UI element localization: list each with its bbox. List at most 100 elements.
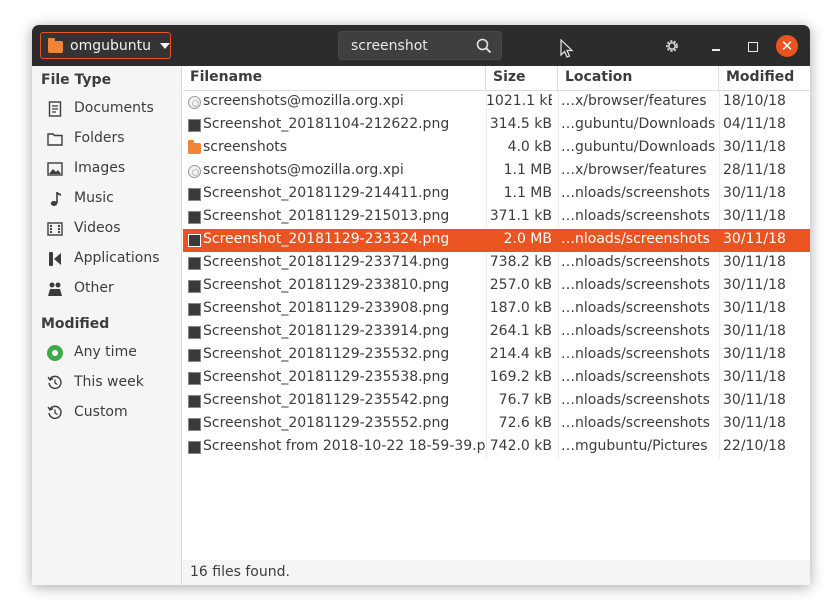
- image-file-icon: [188, 119, 201, 132]
- titlebar: omgubuntu screenshot ✕: [32, 25, 810, 66]
- image-file-icon: [188, 418, 201, 431]
- cell-size: 742.0 kB: [489, 438, 552, 454]
- table-row[interactable]: Screenshot_20181129-233914.png 264.1 kB …n…: [183, 321, 810, 344]
- search-window: omgubuntu screenshot ✕ File Type Documen…: [32, 25, 810, 585]
- sidebar-item-videos[interactable]: Videos: [32, 214, 181, 244]
- sidebar-item-music[interactable]: Music: [32, 184, 181, 214]
- cell-modified: 30/11/18: [723, 277, 786, 293]
- cell-size: 187.0 kB: [489, 300, 552, 316]
- cell-size: 1021.1 kB: [486, 93, 552, 109]
- search-icon[interactable]: [476, 38, 492, 54]
- table-row[interactable]: screenshots 4.0 kB …gubuntu/Downloads 30/11…: [183, 137, 810, 160]
- cell-modified: 28/11/18: [723, 162, 786, 178]
- table-row[interactable]: Screenshot_20181129-233714.png 738.2 kB …n…: [183, 252, 810, 275]
- cell-size: 738.2 kB: [489, 254, 552, 270]
- table-row[interactable]: screenshots@mozilla.org.xpi 1.1 MB …x/brow…: [183, 160, 810, 183]
- table-row[interactable]: Screenshot_20181129-214411.png 1.1 MB …nlo…: [183, 183, 810, 206]
- cell-modified: 30/11/18: [723, 369, 786, 385]
- table-row[interactable]: Screenshot_20181129-235538.png 169.2 kB …n…: [183, 367, 810, 390]
- table-row[interactable]: Screenshot_20181104-212622.png 314.5 kB …g…: [183, 114, 810, 137]
- location-dropdown[interactable]: omgubuntu: [40, 32, 171, 59]
- video-icon: [47, 221, 63, 237]
- cell-filename: Screenshot_20181129-235538.png: [203, 369, 450, 385]
- filter-sidebar: File Type Documents Folders Images Music: [32, 66, 182, 585]
- cell-size: 1.1 MB: [503, 162, 552, 178]
- image-file-icon: [188, 211, 201, 224]
- cell-location: …nloads/screenshots: [561, 208, 710, 224]
- close-button[interactable]: ✕: [776, 35, 798, 57]
- minimize-button[interactable]: [704, 34, 728, 58]
- cell-size: 257.0 kB: [489, 277, 552, 293]
- column-header-modified[interactable]: Modified: [719, 66, 810, 91]
- cell-filename: Screenshot_20181129-235532.png: [203, 346, 450, 362]
- cell-location: …mgubuntu/Pictures: [561, 438, 708, 454]
- music-icon: [47, 191, 63, 207]
- gear-icon[interactable]: [664, 38, 680, 54]
- cell-filename: Screenshot_20181129-235542.png: [203, 392, 450, 408]
- cell-location: …nloads/screenshots: [561, 185, 710, 201]
- cell-location: …x/browser/features: [561, 162, 707, 178]
- sidebar-item-other[interactable]: Other: [32, 274, 181, 304]
- table-row[interactable]: Screenshot_20181129-235532.png 214.4 kB …n…: [183, 344, 810, 367]
- cell-size: 169.2 kB: [489, 369, 552, 385]
- file-list: screenshots@mozilla.org.xpi 1021.1 kB …x/b…: [183, 91, 810, 459]
- cell-size: 314.5 kB: [489, 116, 552, 132]
- sidebar-item-this-week[interactable]: This week: [32, 368, 181, 398]
- sidebar-item-folders[interactable]: Folders: [32, 124, 181, 154]
- sidebar-item-documents[interactable]: Documents: [32, 94, 181, 124]
- table-row[interactable]: Screenshot_20181129-215013.png 371.1 kB …n…: [183, 206, 810, 229]
- table-row[interactable]: Screenshot_20181129-235542.png 76.7 kB …nl…: [183, 390, 810, 413]
- image-file-icon: [188, 395, 201, 408]
- table-row[interactable]: Screenshot_20181129-235552.png 72.6 kB …nl…: [183, 413, 810, 436]
- maximize-button[interactable]: [740, 34, 764, 58]
- cell-location: …nloads/screenshots: [561, 277, 710, 293]
- results-pane: Filename Size Location Modified screensh…: [183, 66, 810, 585]
- table-row[interactable]: Screenshot_20181129-233810.png 257.0 kB …n…: [183, 275, 810, 298]
- cell-location: …x/browser/features: [561, 93, 707, 109]
- search-input[interactable]: screenshot: [338, 31, 502, 60]
- table-header: Filename Size Location Modified: [183, 66, 810, 91]
- cell-size: 371.1 kB: [489, 208, 552, 224]
- sidebar-item-any-time[interactable]: Any time: [32, 338, 181, 368]
- column-header-size[interactable]: Size: [486, 66, 558, 91]
- cell-location: …gubuntu/Downloads: [561, 139, 716, 155]
- sidebar-item-label: Videos: [74, 220, 121, 236]
- mouse-cursor-icon: [560, 39, 574, 58]
- cell-filename: Screenshot_20181104-212622.png: [203, 116, 450, 132]
- cell-modified: 30/11/18: [723, 392, 786, 408]
- xpi-file-icon: [188, 165, 201, 178]
- cell-modified: 30/11/18: [723, 415, 786, 431]
- table-row[interactable]: Screenshot from 2018-10-22 18-59-39.png 7…: [183, 436, 810, 459]
- document-icon: [47, 101, 63, 117]
- chevron-down-icon: [159, 42, 170, 49]
- cell-location: …gubuntu/Downloads: [561, 116, 716, 132]
- cell-location: …nloads/screenshots: [561, 415, 710, 431]
- cell-size: 1.1 MB: [503, 185, 552, 201]
- cell-modified: 30/11/18: [723, 231, 786, 247]
- sidebar-item-label: This week: [74, 374, 144, 390]
- cell-size: 264.1 kB: [489, 323, 552, 339]
- cell-modified: 30/11/18: [723, 300, 786, 316]
- column-header-location[interactable]: Location: [558, 66, 719, 91]
- history-icon: [47, 405, 63, 421]
- sidebar-item-custom[interactable]: Custom: [32, 398, 181, 428]
- sidebar-item-label: Folders: [74, 130, 125, 146]
- cell-location: …nloads/screenshots: [561, 231, 710, 247]
- cell-modified: 30/11/18: [723, 323, 786, 339]
- cell-location: …nloads/screenshots: [561, 300, 710, 316]
- sidebar-item-label: Images: [74, 160, 126, 176]
- image-file-icon: [188, 257, 201, 270]
- image-file-icon: [188, 372, 201, 385]
- sidebar-item-images[interactable]: Images: [32, 154, 181, 184]
- history-icon: [47, 375, 63, 391]
- column-header-filename[interactable]: Filename: [183, 66, 486, 91]
- sidebar-item-applications[interactable]: Applications: [32, 244, 181, 274]
- table-row[interactable]: screenshots@mozilla.org.xpi 1021.1 kB …x/b…: [183, 91, 810, 114]
- table-row[interactable]: Screenshot_20181129-233324.png 2.0 MB …nlo…: [183, 229, 810, 252]
- cell-location: …nloads/screenshots: [561, 369, 710, 385]
- location-label: omgubuntu: [70, 37, 151, 54]
- cell-filename: Screenshot from 2018-10-22 18-59-39.png: [203, 438, 485, 454]
- table-row[interactable]: Screenshot_20181129-233908.png 187.0 kB …n…: [183, 298, 810, 321]
- cell-size: 4.0 kB: [507, 139, 552, 155]
- sidebar-item-label: Custom: [74, 404, 128, 420]
